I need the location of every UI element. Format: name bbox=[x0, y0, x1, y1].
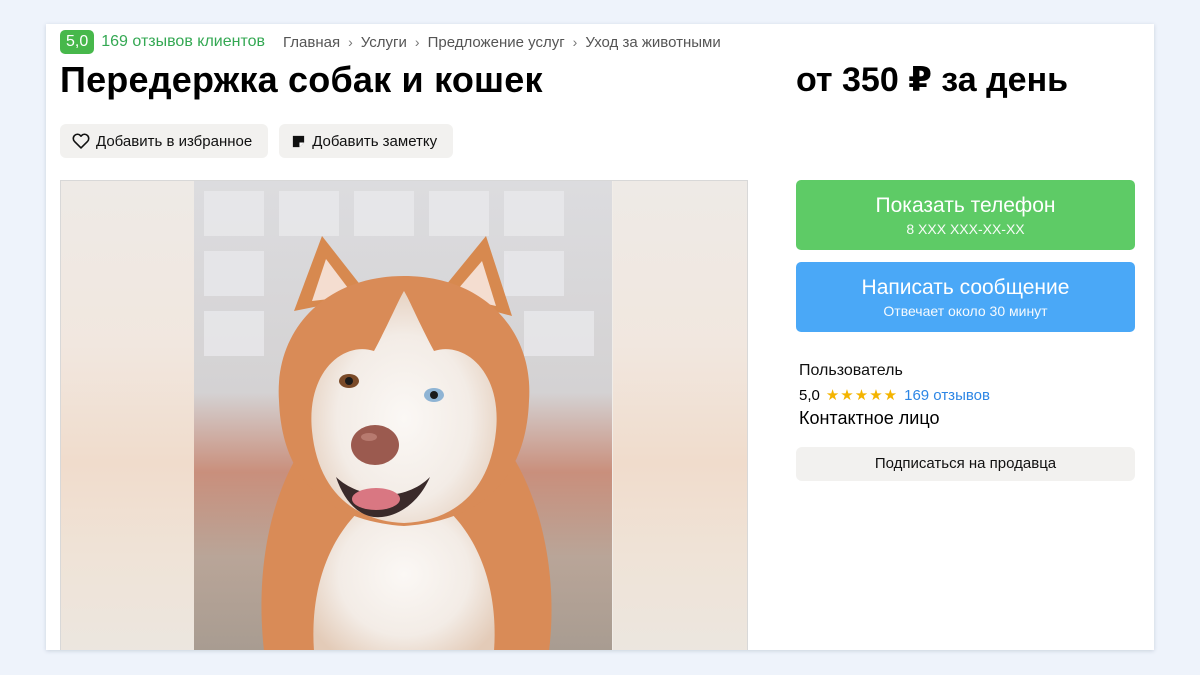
rating-badge: 5,0 bbox=[60, 30, 95, 54]
reviews-link[interactable]: 169 отзывов клиентов bbox=[101, 33, 265, 51]
write-message-button[interactable]: Написать сообщение Отвечает около 30 мин… bbox=[796, 262, 1135, 332]
phone-masked: 8 XXX XXX-XX-XX bbox=[906, 221, 1025, 237]
show-phone-button[interactable]: Показать телефон 8 XXX XXX-XX-XX bbox=[796, 180, 1135, 250]
action-row: Добавить в избранное Добавить заметку bbox=[60, 124, 454, 158]
photo-gallery[interactable] bbox=[60, 180, 748, 650]
note-icon bbox=[293, 135, 305, 147]
write-message-label: Написать сообщение bbox=[861, 276, 1070, 299]
breadcrumb-item-home[interactable]: Главная bbox=[283, 34, 340, 51]
heart-icon bbox=[72, 133, 90, 149]
chevron-right-icon: › bbox=[414, 34, 420, 50]
chevron-right-icon: › bbox=[348, 34, 353, 50]
gallery-blur-right bbox=[613, 181, 747, 650]
breadcrumb-item-pet-care[interactable]: Уход за животными bbox=[585, 34, 720, 51]
seller-info: Пользователь 5,0 ★★★★★ 169 отзывов Конта… bbox=[799, 362, 990, 429]
subscribe-seller-button[interactable]: Подписаться на продавца bbox=[796, 447, 1135, 481]
seller-type[interactable]: Пользователь bbox=[799, 362, 990, 380]
seller-name[interactable]: Контактное лицо bbox=[799, 408, 990, 429]
page-title: Передержка собак и кошек bbox=[60, 59, 543, 100]
seller-rating-value: 5,0 bbox=[799, 386, 820, 404]
add-note-label: Добавить заметку bbox=[312, 132, 438, 150]
response-time: Отвечает около 30 минут bbox=[883, 303, 1048, 319]
husky-photo bbox=[194, 181, 612, 650]
breadcrumb-item-offers[interactable]: Предложение услуг bbox=[428, 34, 565, 51]
add-note-button[interactable]: Добавить заметку bbox=[279, 124, 454, 158]
top-line: 5,0 169 отзывов клиентов Главная › Услуг… bbox=[60, 30, 721, 54]
seller-rating: 5,0 ★★★★★ 169 отзывов bbox=[799, 386, 990, 405]
seller-reviews-link[interactable]: 169 отзывов bbox=[904, 387, 990, 404]
star-rating-icon: ★★★★★ bbox=[825, 387, 899, 404]
listing-card: 5,0 169 отзывов клиентов Главная › Услуг… bbox=[46, 24, 1154, 650]
breadcrumb-item-services[interactable]: Услуги bbox=[361, 34, 407, 51]
gallery-blur-left bbox=[61, 181, 195, 650]
add-to-favorites-label: Добавить в избранное bbox=[96, 132, 253, 150]
breadcrumb: Главная › Услуги › Предложение услуг › У… bbox=[283, 34, 721, 51]
chevron-right-icon: › bbox=[572, 34, 578, 50]
show-phone-label: Показать телефон bbox=[875, 194, 1056, 217]
price: от 350 ₽ за день bbox=[796, 61, 1069, 99]
add-to-favorites-button[interactable]: Добавить в избранное bbox=[60, 124, 269, 158]
